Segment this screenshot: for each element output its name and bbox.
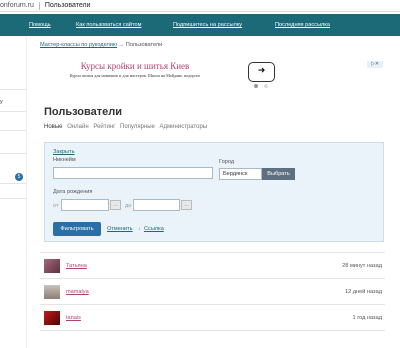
nav-how-to-use[interactable]: Как пользоваться сайтом — [76, 22, 141, 28]
sidebar: у 5 — [0, 36, 27, 348]
filter-panel: Закрыть Никнейм Город Бердянск Выбрать Д… — [44, 142, 384, 242]
calendar-icon[interactable]: … — [181, 200, 192, 210]
tab-new[interactable]: Новые — [44, 124, 63, 130]
arrow-right-icon[interactable]: ➜ — [248, 62, 275, 82]
tab-popular[interactable]: Популярные — [120, 124, 155, 130]
list-item[interactable]: mamalya 12 дней назад — [44, 285, 384, 301]
divider — [40, 304, 385, 305]
tab-admins[interactable]: Администраторы — [160, 124, 208, 130]
birthdate-from-input[interactable] — [61, 199, 109, 211]
breadcrumb-arrow: → — [118, 42, 125, 48]
user-name[interactable]: mamalya — [66, 289, 89, 295]
nickname-input[interactable] — [53, 167, 213, 179]
close-filter-link[interactable]: Закрыть — [53, 149, 75, 155]
divider — [40, 278, 385, 279]
user-tabs: Новые Онлайн Рейтинг Популярные Админист… — [44, 124, 210, 130]
tab-title[interactable]: Пользователи — [45, 2, 91, 9]
divider — [0, 153, 26, 154]
ad-title[interactable]: Курсы кройки и шитья Киев — [60, 61, 210, 71]
tab-rating[interactable]: Рейтинг — [93, 124, 115, 130]
carousel-dot-icon[interactable] — [254, 84, 258, 88]
list-item[interactable]: tanais 1 год назад — [44, 311, 384, 327]
tab-online[interactable]: Онлайн — [67, 124, 88, 130]
birthdate-to-input[interactable] — [133, 199, 180, 211]
calendar-icon[interactable]: … — [110, 200, 121, 210]
breadcrumb-current: Пользователи — [125, 42, 163, 48]
nav-subscribe[interactable]: Подпишитесь на рассылку — [173, 22, 242, 28]
last-seen: 28 минут назад — [342, 263, 382, 269]
breadcrumb-parent[interactable]: Мастер-классы по рукоделию — [40, 42, 117, 48]
avatar[interactable] — [44, 285, 60, 299]
divider — [40, 252, 385, 253]
from-label: от — [53, 203, 59, 209]
sidebar-item[interactable]: у — [0, 99, 3, 105]
ad-subtitle[interactable]: Курсы шитья для новичков и для мастеров.… — [60, 73, 210, 78]
address-bar[interactable]: onforum.ru — [0, 2, 34, 9]
list-item[interactable]: Татьяна 28 минут назад — [44, 259, 384, 275]
browser-bar: onforum.ru Пользователи — [0, 0, 400, 12]
top-navbar: Помощь Как пользоваться сайтом Подпишите… — [0, 14, 400, 36]
divider — [0, 183, 26, 184]
share-link[interactable]: Ссылка — [144, 226, 164, 232]
divider — [40, 330, 385, 331]
divider — [38, 1, 40, 10]
ad-close-icon[interactable]: ▷✕ — [367, 61, 383, 68]
divider — [0, 111, 26, 112]
choose-city-button[interactable]: Выбрать — [262, 168, 295, 180]
birthdate-label: Дата рождения — [53, 189, 93, 195]
user-name[interactable]: Татьяна — [66, 263, 87, 269]
last-seen: 1 год назад — [352, 315, 382, 321]
link-icon[interactable]: ↓ — [138, 226, 141, 232]
filter-button[interactable]: Фильтровать — [53, 222, 101, 236]
page-title: Пользователи — [44, 106, 123, 118]
nav-help[interactable]: Помощь — [29, 22, 51, 28]
nav-last-newsletter[interactable]: Последняя рассылка — [275, 22, 330, 28]
city-input[interactable]: Бердянск — [219, 168, 262, 180]
divider — [0, 198, 26, 199]
ad-banner[interactable]: Курсы кройки и шитья Киев Курсы шитья дл… — [40, 57, 385, 93]
nickname-label: Никнейм — [53, 157, 76, 163]
user-name[interactable]: tanais — [66, 315, 81, 321]
count-badge: 5 — [15, 173, 23, 181]
divider — [0, 130, 26, 131]
breadcrumb: Мастер-классы по рукоделию → Пользовател… — [40, 42, 162, 48]
cancel-link[interactable]: Отменить — [107, 226, 133, 232]
last-seen: 12 дней назад — [345, 289, 382, 295]
to-label: до — [125, 203, 132, 209]
avatar[interactable] — [44, 311, 60, 325]
avatar[interactable] — [44, 259, 60, 273]
divider — [0, 89, 26, 90]
carousel-dot-icon[interactable] — [264, 84, 268, 88]
city-label: Город — [219, 159, 235, 165]
